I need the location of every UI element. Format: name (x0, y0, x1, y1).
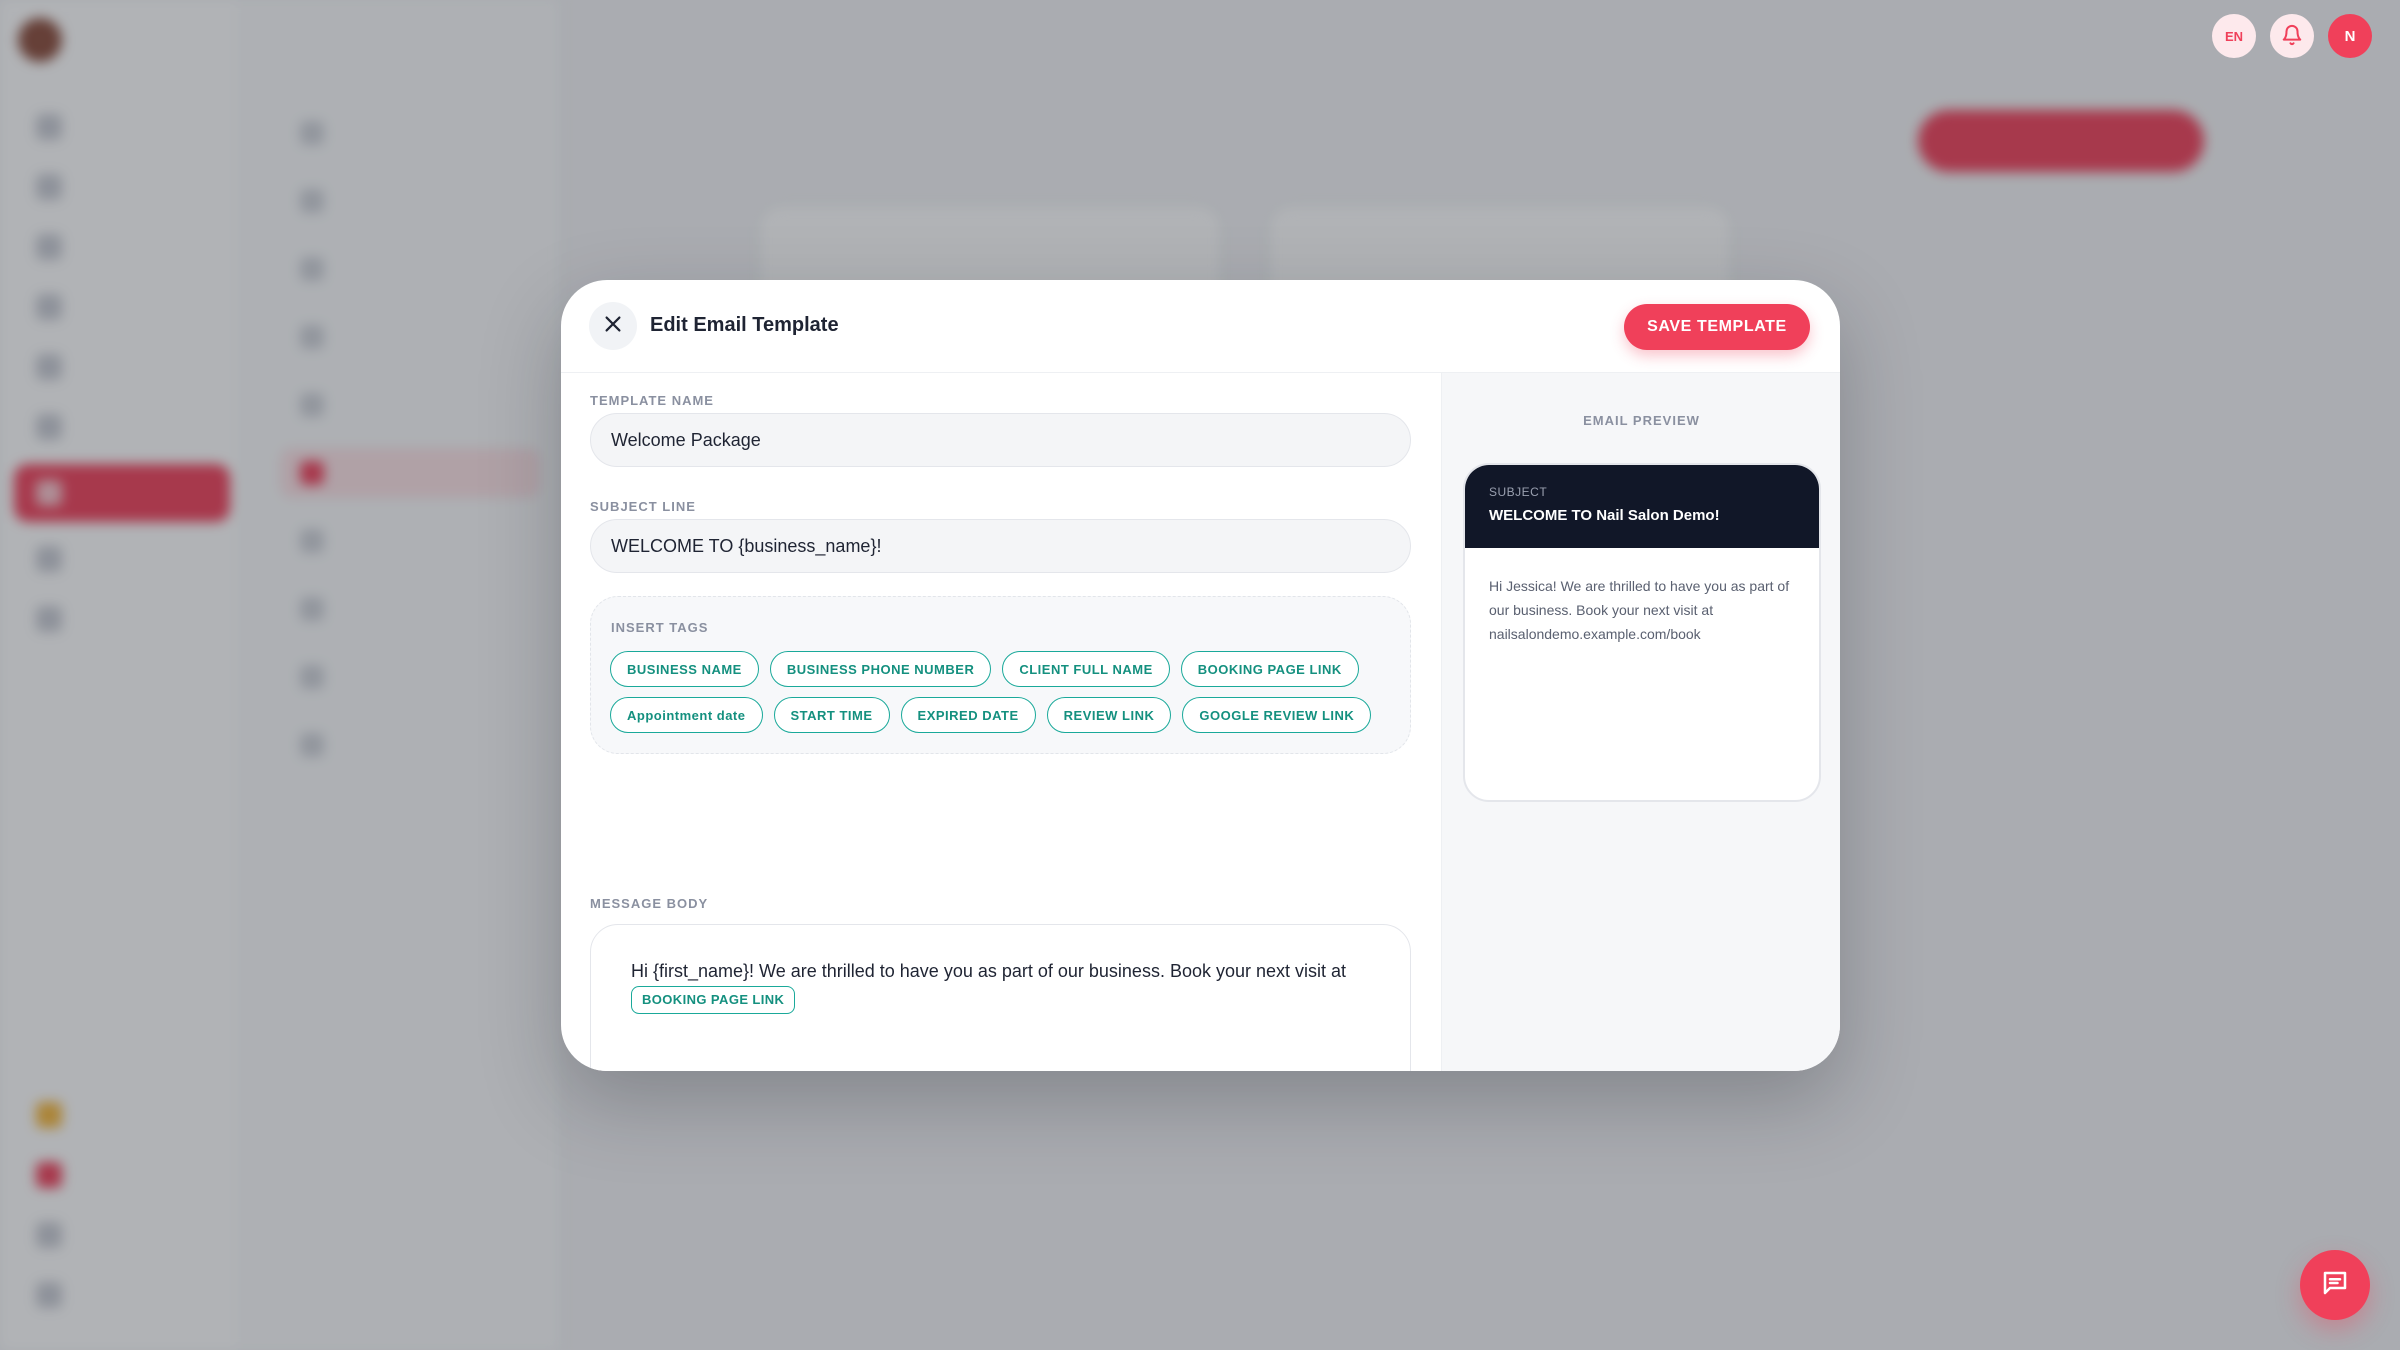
subject-line-input[interactable]: WELCOME TO {business_name}! (590, 519, 1411, 573)
tag-start-time[interactable]: START TIME (773, 697, 890, 733)
insert-tags-list: BUSINESS NAME BUSINESS PHONE NUMBER CLIE… (610, 651, 1400, 733)
insert-tags-label: INSERT TAGS (611, 620, 709, 635)
close-button[interactable] (589, 302, 637, 350)
insert-tags-panel: INSERT TAGS BUSINESS NAME BUSINESS PHONE… (590, 596, 1411, 754)
tag-appointment-date[interactable]: Appointment date (610, 697, 763, 733)
template-name-label: TEMPLATE NAME (590, 393, 714, 408)
tag-booking-page-link[interactable]: BOOKING PAGE LINK (1180, 651, 1359, 687)
message-body-editor[interactable]: Hi {first_name}! We are thrilled to have… (590, 924, 1411, 1071)
email-preview-label: EMAIL PREVIEW (1583, 413, 1700, 428)
tag-business-name[interactable]: BUSINESS NAME (610, 651, 759, 687)
close-icon (602, 313, 624, 340)
subject-line-label: SUBJECT LINE (590, 499, 696, 514)
message-body-inline-tag[interactable]: BOOKING PAGE LINK (631, 986, 796, 1015)
message-body-label: MESSAGE BODY (590, 896, 709, 911)
tag-expired-date[interactable]: EXPIRED DATE (900, 697, 1036, 733)
email-preview-panel: EMAIL PREVIEW SUBJECT WELCOME TO Nail Sa… (1441, 373, 1840, 1071)
modal-title: Edit Email Template (650, 314, 839, 336)
preview-body: Hi Jessica! We are thrilled to have you … (1489, 578, 1790, 642)
tag-business-phone-number[interactable]: BUSINESS PHONE NUMBER (769, 651, 992, 687)
tag-google-review-link[interactable]: GOOGLE REVIEW LINK (1182, 697, 1372, 733)
email-preview-card: SUBJECT WELCOME TO Nail Salon Demo! Hi J… (1463, 463, 1821, 802)
tag-review-link[interactable]: REVIEW LINK (1046, 697, 1172, 733)
edit-email-template-modal: Edit Email Template SAVE TEMPLATE TEMPLA… (561, 280, 1840, 1071)
modal-header: Edit Email Template SAVE TEMPLATE (561, 280, 1840, 373)
preview-subject-label: SUBJECT (1489, 485, 1548, 499)
top-controls: EN N (2212, 14, 2372, 58)
email-preview-header: SUBJECT WELCOME TO Nail Salon Demo! (1465, 465, 1819, 548)
chat-icon (2320, 1268, 2350, 1303)
tag-client-full-name[interactable]: CLIENT FULL NAME (1002, 651, 1170, 687)
template-form: TEMPLATE NAME Welcome Package SUBJECT LI… (561, 373, 1441, 1071)
chat-button[interactable] (2300, 1250, 2370, 1320)
template-name-input[interactable]: Welcome Package (590, 413, 1411, 467)
app-root: EN N Edit Email Template SAVE TEMPLATE T… (0, 0, 2400, 1350)
avatar[interactable]: N (2328, 14, 2372, 58)
bell-icon (2281, 24, 2303, 49)
save-template-button[interactable]: SAVE TEMPLATE (1624, 304, 1810, 350)
preview-subject: WELCOME TO Nail Salon Demo! (1489, 507, 1720, 524)
message-body-text: Hi {first_name}! We are thrilled to have… (631, 961, 1347, 981)
notifications-button[interactable] (2270, 14, 2314, 58)
language-button[interactable]: EN (2212, 14, 2256, 58)
